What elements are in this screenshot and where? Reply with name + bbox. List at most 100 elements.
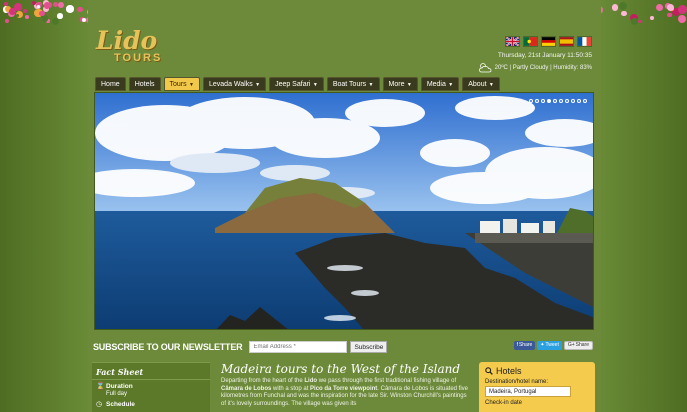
article-text-bold: Câmara de Lobos xyxy=(221,385,272,392)
hero-image-coastline xyxy=(95,93,593,329)
nav-item-jeep-safari[interactable]: Jeep Safari ▼ xyxy=(269,77,324,91)
slider-dot[interactable] xyxy=(583,99,587,103)
background-left xyxy=(0,0,92,412)
newsletter-email-input[interactable] xyxy=(249,341,348,353)
slider-dot[interactable] xyxy=(535,99,539,103)
facebook-share-label: Share xyxy=(518,342,533,348)
clock-icon: ◷ xyxy=(96,401,103,408)
nav-item-hotels[interactable]: Hotels xyxy=(128,77,161,91)
subscribe-button[interactable]: Subscribe xyxy=(350,341,388,353)
nav-item-label: About xyxy=(468,81,487,88)
fact-sheet-title: Fact Sheet xyxy=(92,363,210,380)
fact-sheet-panel: Fact Sheet ⌛ Duration Full day ◷ Schedul… xyxy=(92,362,210,412)
google-share-button[interactable]: G+ Share xyxy=(563,341,593,350)
language-selector xyxy=(505,36,592,47)
article-text-part: Departing from the heart of the xyxy=(221,378,305,384)
flower-decoration xyxy=(8,8,16,15)
article-text-bold: Pico da Torre viewpoint xyxy=(310,385,378,392)
flower-decoration xyxy=(655,14,662,20)
fact-schedule: ◷ Schedule xyxy=(92,401,210,409)
article-text-bold: Lido xyxy=(304,378,318,384)
flower-decoration xyxy=(611,3,619,11)
nav-item-media[interactable]: Media ▼ xyxy=(420,77,460,91)
checkin-label: Check-in date xyxy=(485,400,523,406)
facebook-icon: f xyxy=(516,342,518,348)
partly-cloudy-icon xyxy=(478,63,492,73)
flower-decoration xyxy=(666,12,672,18)
nav-item-tours[interactable]: Tours ▼ xyxy=(163,77,200,91)
flower-decoration xyxy=(24,14,30,20)
caret-down-icon: ▼ xyxy=(405,82,412,88)
twitter-icon: ✦ xyxy=(540,342,545,348)
slider-dot[interactable] xyxy=(547,99,551,103)
newsletter-bar: SUBSCRIBE TO OUR NEWSLETTER Subscribe f … xyxy=(88,337,601,357)
destination-label: Destination/hotel name: xyxy=(485,379,549,385)
google-plus-icon: G+ xyxy=(567,342,575,348)
nav-item-home[interactable]: Home xyxy=(95,77,126,91)
english-flag[interactable] xyxy=(505,36,520,47)
google-share-label: Share xyxy=(575,342,589,348)
caret-down-icon: ▼ xyxy=(311,82,318,88)
newsletter-title: SUBSCRIBE TO OUR NEWSLETTER xyxy=(93,342,243,352)
spanish-flag[interactable] xyxy=(559,36,574,47)
nav-item-label: Hotels xyxy=(134,81,155,88)
search-icon xyxy=(485,367,493,375)
nav-item-label: Boat Tours xyxy=(332,81,367,88)
article-text-part: with a stop at xyxy=(271,385,311,392)
nav-item-boat-tours[interactable]: Boat Tours ▼ xyxy=(326,77,380,91)
nav-item-about[interactable]: About ▼ xyxy=(462,77,500,91)
twitter-tweet-label: Tweet xyxy=(545,342,559,348)
hotels-title-text: Hotels xyxy=(496,366,522,376)
slider-pagination xyxy=(529,99,587,103)
flower-decoration xyxy=(5,18,10,23)
slider-dot[interactable] xyxy=(565,99,569,103)
caret-down-icon: ▼ xyxy=(367,82,374,88)
flower-decoration xyxy=(43,2,50,9)
caret-down-icon: ▼ xyxy=(187,82,194,88)
german-flag[interactable] xyxy=(541,36,556,47)
twitter-tweet-button[interactable]: ✦ Tweet xyxy=(537,341,562,350)
slider-dot[interactable] xyxy=(577,99,581,103)
french-flag[interactable] xyxy=(577,36,592,47)
hotels-title: Hotels xyxy=(485,366,589,376)
article-text: Departing from the heart of the Lido we … xyxy=(221,378,471,408)
slider-dot[interactable] xyxy=(541,99,545,103)
flower-decoration xyxy=(23,9,28,13)
fact-schedule-label: Schedule xyxy=(106,401,135,408)
flower-decoration xyxy=(31,0,36,5)
nav-item-label: Tours xyxy=(169,81,187,88)
flower-decoration xyxy=(619,1,627,10)
flower-decoration xyxy=(638,19,642,24)
portuguese-flag[interactable] xyxy=(523,36,538,47)
current-datetime: Thursday, 21st January 11:50:35 xyxy=(497,52,592,59)
logo-word: TOURS xyxy=(114,52,163,64)
nav-item-more[interactable]: More ▼ xyxy=(382,77,418,91)
hero-slider[interactable] xyxy=(94,92,594,330)
fact-duration-value: Full day xyxy=(106,391,128,397)
destination-input[interactable]: Madeira, Portugal xyxy=(485,386,571,397)
caret-down-icon: ▼ xyxy=(487,82,494,88)
nav-item-label: Home xyxy=(101,81,120,88)
article-title: Madeira tours to the West of the Island xyxy=(221,362,461,376)
nav-item-label: More xyxy=(388,81,405,88)
fact-duration: ⌛ Duration Full day xyxy=(92,383,210,398)
nav-item-label: Media xyxy=(426,81,446,88)
facebook-share-button[interactable]: f Share xyxy=(513,341,536,350)
caret-down-icon: ▼ xyxy=(446,82,454,88)
flower-decoration xyxy=(631,18,638,25)
nav-item-levada-walks[interactable]: Levada Walks ▼ xyxy=(203,77,267,91)
slider-dot[interactable] xyxy=(553,99,557,103)
slider-dot[interactable] xyxy=(529,99,533,103)
lido-tours-logo[interactable]: Lido TOURS xyxy=(96,28,160,72)
flower-decoration xyxy=(51,18,59,26)
slider-dot[interactable] xyxy=(559,99,563,103)
nav-item-label: Jeep Safari xyxy=(275,81,311,88)
slider-dot[interactable] xyxy=(571,99,575,103)
flower-decoration xyxy=(58,2,65,9)
article-text-part: we pass through the first traditional fi… xyxy=(317,378,457,384)
nav-item-label: Levada Walks xyxy=(209,81,253,88)
fact-duration-label: Duration xyxy=(106,383,133,390)
page-column: Lido TOURS Thursday, 21st January 11:50:… xyxy=(88,0,601,412)
flower-decoration xyxy=(677,5,687,15)
flower-decoration xyxy=(76,6,83,13)
